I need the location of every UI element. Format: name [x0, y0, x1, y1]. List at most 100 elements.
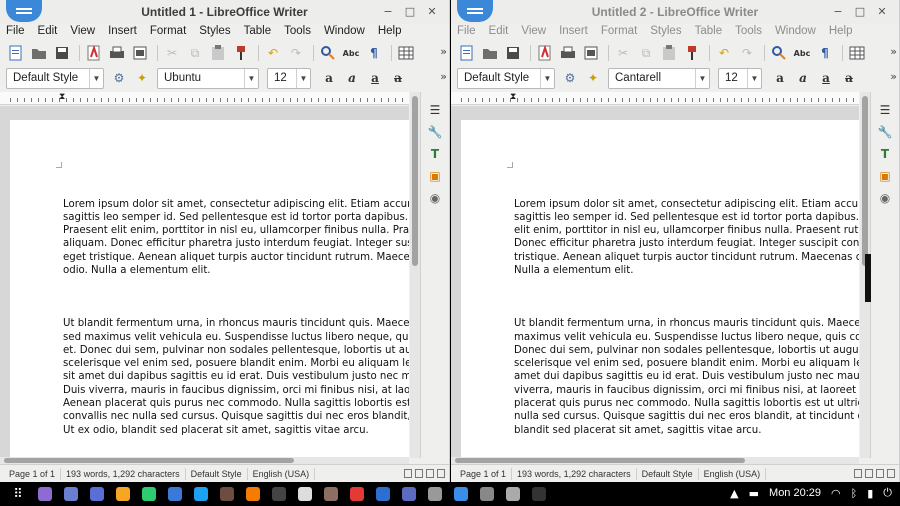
menu-window[interactable]: Window: [775, 24, 822, 41]
taskbar-app-icon[interactable]: [194, 487, 208, 501]
more-options-icon[interactable]: »: [440, 70, 447, 83]
taskbar-app-icon[interactable]: [246, 487, 260, 501]
insert-mode-icon[interactable]: [854, 469, 862, 478]
styles-icon[interactable]: T: [427, 146, 443, 162]
scrollbar-thumb[interactable]: [412, 96, 418, 266]
chevron-down-icon[interactable]: ▼: [296, 68, 310, 88]
scrollbar-thumb[interactable]: [4, 458, 294, 463]
keyboard-icon[interactable]: ▬: [749, 487, 759, 500]
minimize-button[interactable]: −: [827, 4, 849, 20]
page-count[interactable]: Page 1 of 1: [4, 467, 62, 480]
indent-marker-icon[interactable]: ⧗: [510, 92, 516, 102]
undo-icon[interactable]: ↶: [263, 44, 283, 62]
app-grid-icon[interactable]: ⠿: [10, 486, 26, 502]
more-options-icon[interactable]: »: [440, 45, 447, 58]
taskbar-app-icon[interactable]: [220, 487, 234, 501]
document-page[interactable]: Lorem ipsum dolor sit amet, consectetur …: [10, 120, 409, 458]
chevron-down-icon[interactable]: ▼: [540, 68, 554, 88]
open-folder-icon[interactable]: [480, 44, 500, 62]
taskbar-app-icon[interactable]: [506, 487, 520, 501]
new-style-icon[interactable]: ✦: [583, 69, 603, 87]
close-button[interactable]: ✕: [871, 4, 893, 20]
styles-icon[interactable]: T: [877, 146, 893, 162]
more-options-icon[interactable]: ☰: [877, 102, 893, 118]
document-page[interactable]: Lorem ipsum dolor sit amet, consectetur …: [461, 120, 859, 458]
taskbar-app-icon[interactable]: [454, 487, 468, 501]
cut-icon[interactable]: ✂: [162, 44, 182, 62]
page-count[interactable]: Page 1 of 1: [455, 467, 513, 480]
update-style-icon[interactable]: ⚙: [109, 69, 129, 87]
bold-icon[interactable]: a: [319, 69, 339, 87]
title-bar[interactable]: Untitled 1 - LibreOffice Writer − □ ✕: [0, 0, 449, 24]
chevron-down-icon[interactable]: ▼: [695, 68, 709, 88]
print-icon[interactable]: [558, 44, 578, 62]
horizontal-ruler[interactable]: ⧗: [451, 92, 859, 105]
single-page-view-icon[interactable]: [426, 469, 434, 478]
export-pdf-icon[interactable]: [535, 44, 555, 62]
menu-view[interactable]: View: [70, 24, 101, 41]
chevron-down-icon[interactable]: ▼: [89, 68, 103, 88]
bluetooth-icon[interactable]: ᛒ: [851, 487, 858, 500]
horizontal-scrollbar[interactable]: [0, 457, 409, 464]
taskbar-app-icon[interactable]: [64, 487, 78, 501]
multi-page-view-icon[interactable]: [437, 469, 445, 478]
gallery-icon[interactable]: ▣: [427, 168, 443, 184]
maximize-button[interactable]: □: [399, 4, 421, 20]
menu-help[interactable]: Help: [378, 24, 408, 41]
font-name-combo[interactable]: Cantarell ▼: [608, 67, 710, 89]
navigator-icon[interactable]: ◉: [427, 190, 443, 206]
new-document-icon[interactable]: [457, 44, 477, 62]
page-style[interactable]: Default Style: [186, 467, 248, 480]
menu-styles[interactable]: Styles: [650, 24, 687, 41]
new-style-icon[interactable]: ✦: [132, 69, 152, 87]
page-style[interactable]: Default Style: [637, 467, 699, 480]
taskbar-app-icon[interactable]: [168, 487, 182, 501]
menu-format[interactable]: Format: [601, 24, 643, 41]
update-style-icon[interactable]: ⚙: [560, 69, 580, 87]
print-preview-icon[interactable]: [130, 44, 150, 62]
taskbar-app-icon[interactable]: [532, 487, 546, 501]
chevron-down-icon[interactable]: ▼: [747, 68, 761, 88]
maximize-button[interactable]: □: [849, 4, 871, 20]
vertical-scrollbar[interactable]: [410, 92, 420, 458]
taskbar-app-icon[interactable]: [298, 487, 312, 501]
font-size-combo[interactable]: 12 ▼: [267, 67, 311, 89]
selection-mode-icon[interactable]: [415, 469, 423, 478]
menu-window[interactable]: Window: [324, 24, 371, 41]
selection-mode-icon[interactable]: [865, 469, 873, 478]
menu-table[interactable]: Table: [244, 24, 278, 41]
sidebar-handle[interactable]: [865, 254, 871, 302]
wifi-icon[interactable]: ◠: [831, 487, 841, 500]
font-name-combo[interactable]: Ubuntu ▼: [157, 67, 259, 89]
menu-edit[interactable]: Edit: [38, 24, 64, 41]
menu-file[interactable]: File: [6, 24, 31, 41]
export-pdf-icon[interactable]: [84, 44, 104, 62]
language[interactable]: English (USA): [248, 467, 316, 480]
paste-icon[interactable]: [659, 44, 679, 62]
bold-icon[interactable]: a: [770, 69, 790, 87]
paragraph-style-combo[interactable]: Default Style ▼: [457, 67, 555, 89]
clone-formatting-icon[interactable]: [231, 44, 251, 62]
word-count[interactable]: 193 words, 1,292 characters: [512, 467, 637, 480]
more-options-icon[interactable]: »: [890, 70, 897, 83]
horizontal-ruler[interactable]: ⧗: [0, 92, 409, 105]
menu-styles[interactable]: Styles: [199, 24, 236, 41]
taskbar-app-icon[interactable]: [142, 487, 156, 501]
menu-tools[interactable]: Tools: [735, 24, 768, 41]
insert-table-icon[interactable]: [396, 44, 416, 62]
minimize-button[interactable]: −: [377, 4, 399, 20]
taskbar-app-icon[interactable]: [428, 487, 442, 501]
find-replace-icon[interactable]: [318, 44, 338, 62]
arrow-up-icon[interactable]: ▲: [730, 487, 738, 500]
formatting-marks-icon[interactable]: ¶: [815, 44, 835, 62]
taskbar-app-icon[interactable]: [350, 487, 364, 501]
underline-icon[interactable]: a: [816, 69, 836, 87]
find-replace-icon[interactable]: [769, 44, 789, 62]
insert-table-icon[interactable]: [847, 44, 867, 62]
open-folder-icon[interactable]: [29, 44, 49, 62]
menu-insert[interactable]: Insert: [108, 24, 143, 41]
taskbar-app-icon[interactable]: [38, 487, 52, 501]
scrollbar-thumb[interactable]: [455, 458, 745, 463]
title-bar[interactable]: Untitled 2 - LibreOffice Writer − □ ✕: [451, 0, 899, 24]
paragraph-style-combo[interactable]: Default Style ▼: [6, 67, 104, 89]
